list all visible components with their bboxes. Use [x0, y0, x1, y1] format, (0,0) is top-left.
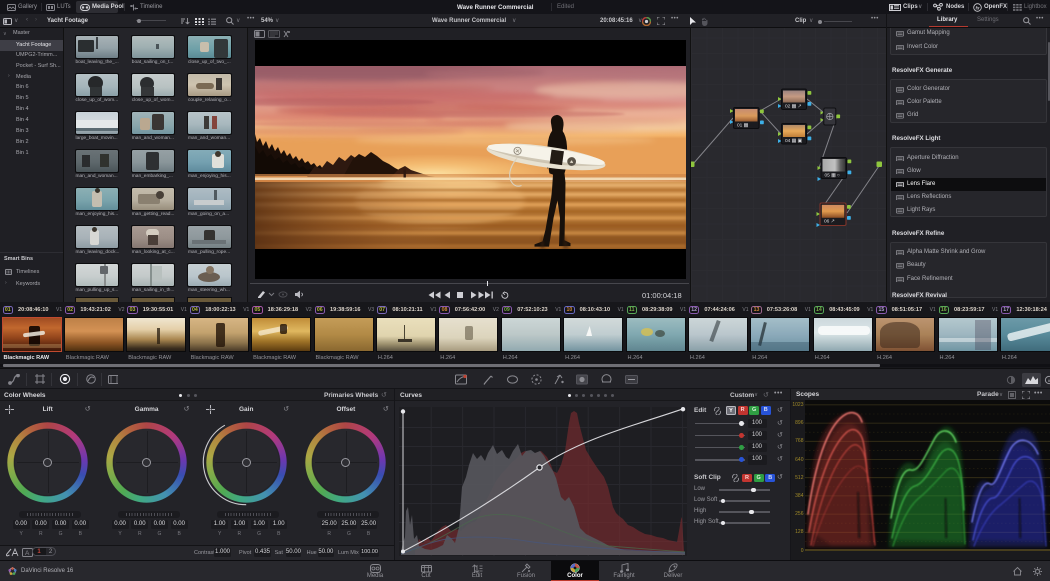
- svg-text:02 ▦ ↗: 02 ▦ ↗: [785, 104, 802, 110]
- svg-text:fx: fx: [975, 5, 979, 10]
- svg-text:A: A: [25, 550, 30, 557]
- svg-text:05 ▦ ○: 05 ▦ ○: [825, 173, 841, 179]
- svg-text:04 ▦ ▣: 04 ▦ ▣: [785, 138, 803, 144]
- svg-text:01 ▦: 01 ▦: [737, 123, 749, 129]
- svg-text:06 ↗: 06 ↗: [824, 219, 835, 225]
